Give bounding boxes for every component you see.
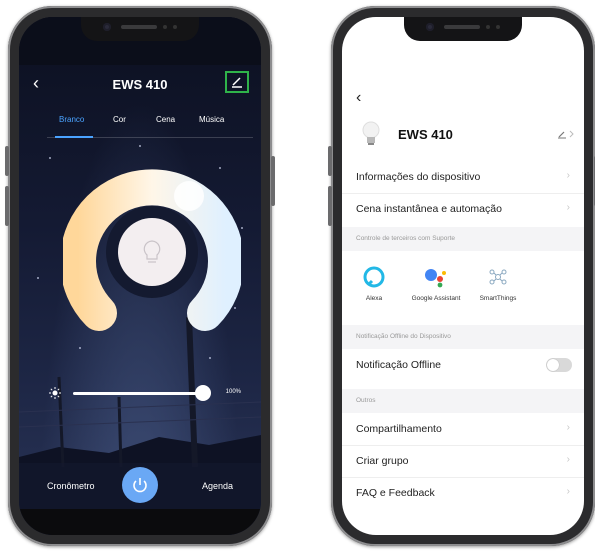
power-icon [133,478,147,493]
slider-knob[interactable] [195,385,211,401]
menu-item-sharing[interactable]: Compartilhamento › [342,413,584,446]
mode-tabs: Branco Cor Cena Música [55,115,241,135]
chevron-right-icon: › [566,202,570,213]
chevron-right-icon: › [566,486,570,497]
google-assistant-icon [422,263,450,291]
phone-left: ‹ EWS 410 Branco Cor Cena Música 100% Cr… [5,6,275,546]
timer-button[interactable]: Cronômetro [47,481,95,491]
wheel-handle [174,181,204,211]
menu-item-create-group[interactable]: Criar grupo › [342,445,584,478]
brightness-icon [49,386,61,404]
tab-underline [47,136,253,138]
tab-cena[interactable]: Cena [156,115,175,124]
home-indicator-area [19,509,261,535]
chevron-right-icon: › [566,454,570,465]
notch [404,17,522,41]
tab-musica[interactable]: Música [199,115,224,124]
smartthings-icon [484,263,512,291]
section-others: Outros [342,389,584,413]
bottom-control-bar: Cronômetro Agenda [19,463,261,509]
active-tab-indicator [55,136,93,138]
tab-cor[interactable]: Cor [113,115,126,124]
edit-icon[interactable] [558,129,574,141]
side-button [5,186,9,226]
menu-item-scene-automation[interactable]: Cena instantânea e automação › [342,193,584,225]
power-button[interactable] [122,467,158,503]
integration-alexa[interactable]: Alexa [346,263,402,302]
offline-notification-toggle[interactable] [546,358,572,372]
edit-icon[interactable] [225,71,249,93]
slider-track[interactable] [73,392,203,395]
alexa-icon [360,263,388,291]
side-button [271,156,275,206]
chevron-right-icon: › [566,422,570,433]
brightness-slider[interactable]: 100% [49,383,241,403]
schedule-button[interactable]: Agenda [202,481,233,491]
device-title: EWS 410 [398,127,453,142]
side-button [328,146,332,176]
menu-item-device-info[interactable]: Informações do dispositivo › [342,161,584,194]
side-button [5,146,9,176]
tab-branco[interactable]: Branco [59,115,84,124]
integrations-row: Alexa Google Assistant SmartThings [342,253,584,321]
color-temperature-wheel[interactable] [60,163,244,341]
device-header: ‹ EWS 410 [19,69,261,99]
brightness-value: 100% [225,389,241,395]
bulb-icon [362,121,380,145]
section-offline: Notificação Offline do Dispositivo [342,325,584,349]
side-button [328,186,332,226]
section-third-party: Controle de terceiros com Suporte [342,227,584,251]
right-screen: ‹ EWS 410 Informações do dispositivo › C… [342,17,584,535]
chevron-right-icon: › [566,170,570,181]
notch [81,17,199,41]
menu-item-faq[interactable]: FAQ e Feedback › [342,477,584,509]
back-icon[interactable]: ‹ [356,89,361,107]
device-header[interactable]: EWS 410 [356,119,574,151]
phone-right: ‹ EWS 410 Informações do dispositivo › C… [328,6,595,546]
integration-smartthings[interactable]: SmartThings [470,263,526,302]
left-screen: ‹ EWS 410 Branco Cor Cena Música 100% Cr… [19,17,261,535]
integration-google-assistant[interactable]: Google Assistant [408,263,464,302]
offline-notification-row: Notificação Offline [342,349,584,381]
